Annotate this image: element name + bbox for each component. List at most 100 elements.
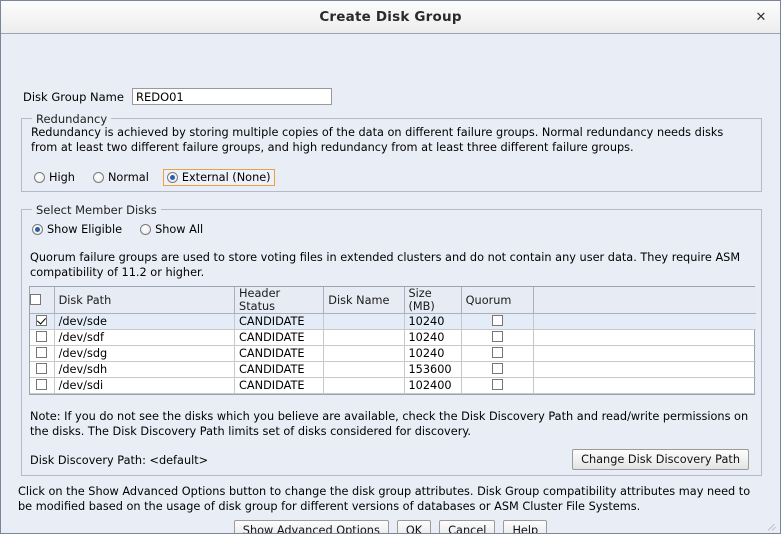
radio-redundancy-external[interactable]: External (None): [162, 169, 275, 186]
cell-disk-path: /dev/sdg: [54, 345, 236, 362]
row-select-checkbox[interactable]: [36, 363, 48, 374]
column-header-filler: [533, 287, 756, 314]
member-disks-table-container[interactable]: Disk Path Header Status Disk Name Size (…: [29, 286, 756, 395]
cell-disk-path: /dev/sde: [54, 313, 236, 330]
radio-label-external: External (None): [181, 171, 271, 184]
radio-label-show-eligible: Show Eligible: [47, 223, 123, 236]
row-select-cell[interactable]: [30, 361, 55, 378]
dialog-content: Disk Group Name Redundancy Redundancy is…: [1, 34, 780, 533]
radio-show-eligible[interactable]: Show Eligible: [28, 221, 126, 238]
column-header-header-status[interactable]: Header Status: [234, 287, 325, 314]
cell-disk-path: /dev/sdh: [54, 361, 236, 378]
row-select-cell[interactable]: [30, 329, 55, 346]
radio-label-show-all: Show All: [155, 223, 204, 236]
cell-disk-name: [323, 361, 405, 378]
redundancy-description: Redundancy is achieved by storing multip…: [31, 126, 724, 154]
cell-size-mb: 10240: [404, 313, 462, 330]
radio-redundancy-high[interactable]: High: [30, 169, 79, 186]
cell-header-status: CANDIDATE: [234, 377, 325, 394]
radio-indicator-normal: [92, 172, 104, 183]
cell-disk-name: [323, 377, 405, 394]
radio-indicator-show-all: [140, 224, 152, 235]
cell-size-mb: 10240: [404, 345, 462, 362]
dialog-title: Create Disk Group: [319, 9, 462, 25]
radio-redundancy-normal[interactable]: Normal: [89, 169, 153, 186]
ok-button[interactable]: OK: [396, 520, 432, 533]
cell-filler: [533, 313, 756, 330]
radio-show-all[interactable]: Show All: [136, 221, 207, 238]
cell-header-status: CANDIDATE: [234, 313, 325, 330]
cell-filler: [533, 345, 756, 362]
radio-indicator-show-eligible: [32, 224, 43, 235]
row-select-checkbox[interactable]: [36, 379, 48, 390]
row-select-cell[interactable]: [30, 345, 55, 362]
table-row[interactable]: /dev/sdf CANDIDATE 10240: [30, 329, 756, 346]
table-row[interactable]: /dev/sde CANDIDATE 10240: [30, 313, 756, 330]
cell-filler: [533, 377, 756, 394]
cell-size-mb: 10240: [404, 329, 462, 346]
cell-quorum[interactable]: [461, 329, 534, 346]
select-all-checkbox[interactable]: [30, 293, 41, 305]
cell-disk-name: [323, 345, 405, 362]
radio-indicator-external: [166, 172, 178, 183]
cell-size-mb: 153600: [404, 361, 462, 378]
radio-label-normal: Normal: [107, 171, 149, 184]
row-select-checkbox[interactable]: [36, 331, 48, 342]
column-header-disk-path[interactable]: Disk Path: [54, 287, 236, 314]
discovery-note: Note: If you do not see the disks which …: [30, 410, 749, 438]
cell-disk-name: [323, 313, 405, 330]
quorum-checkbox[interactable]: [491, 379, 503, 390]
redundancy-radio-group: High Normal External (None): [30, 169, 285, 186]
cell-quorum[interactable]: [461, 313, 534, 330]
radio-indicator-high: [34, 172, 45, 183]
redundancy-legend: Redundancy: [32, 112, 112, 126]
disk-filter-radio-group: Show Eligible Show All: [28, 221, 217, 238]
column-header-size-mb[interactable]: Size (MB): [404, 287, 462, 314]
cell-header-status: CANDIDATE: [234, 345, 325, 362]
help-button[interactable]: Help: [503, 520, 548, 533]
member-disks-legend: Select Member Disks: [32, 203, 161, 217]
column-header-quorum[interactable]: Quorum: [461, 287, 534, 314]
quorum-checkbox[interactable]: [491, 363, 503, 374]
close-icon[interactable]: ✕: [752, 9, 770, 27]
cell-header-status: CANDIDATE: [234, 329, 325, 346]
cell-disk-path: /dev/sdf: [54, 329, 236, 346]
disk-group-name-input[interactable]: [131, 88, 332, 105]
cell-disk-path: /dev/sdi: [54, 377, 236, 394]
row-select-cell[interactable]: [30, 313, 55, 330]
quorum-note: Quorum failure groups are used to store …: [30, 251, 741, 279]
disk-group-name-label: Disk Group Name: [23, 89, 124, 104]
cell-filler: [533, 329, 756, 346]
row-select-checkbox[interactable]: [36, 315, 48, 326]
dialog-button-bar: Show Advanced Options OK Cancel Help: [1, 520, 780, 533]
cancel-button[interactable]: Cancel: [439, 520, 496, 533]
cell-size-mb: 102400: [404, 377, 462, 394]
cell-quorum[interactable]: [461, 377, 534, 394]
change-disk-discovery-path-button[interactable]: Change Disk Discovery Path: [572, 449, 749, 470]
cell-quorum[interactable]: [461, 345, 534, 362]
dialog-titlebar: Create Disk Group ✕: [1, 1, 780, 34]
quorum-checkbox[interactable]: [491, 315, 503, 326]
table-row[interactable]: /dev/sdi CANDIDATE 102400: [30, 377, 756, 394]
row-select-checkbox[interactable]: [36, 347, 48, 358]
cell-disk-name: [323, 329, 405, 346]
create-disk-group-dialog: Create Disk Group ✕ Disk Group Name Redu…: [0, 0, 781, 534]
column-header-select-all[interactable]: [30, 287, 55, 314]
table-header-row: Disk Path Header Status Disk Name Size (…: [30, 287, 756, 314]
column-header-disk-name[interactable]: Disk Name: [323, 287, 405, 314]
quorum-checkbox[interactable]: [491, 347, 503, 358]
quorum-checkbox[interactable]: [491, 331, 503, 342]
member-disks-table: Disk Path Header Status Disk Name Size (…: [30, 287, 756, 394]
table-row[interactable]: /dev/sdg CANDIDATE 10240: [30, 345, 756, 362]
radio-label-high: High: [49, 171, 75, 184]
resize-grip[interactable]: [766, 520, 778, 532]
cell-filler: [533, 361, 756, 378]
cell-quorum[interactable]: [461, 361, 534, 378]
disk-discovery-path-label: Disk Discovery Path: <default>: [30, 454, 209, 467]
row-select-cell[interactable]: [30, 377, 55, 394]
show-advanced-options-button[interactable]: Show Advanced Options: [233, 520, 389, 533]
footer-hint: Click on the Show Advanced Options butto…: [18, 485, 751, 513]
table-row[interactable]: /dev/sdh CANDIDATE 153600: [30, 361, 756, 378]
cell-header-status: CANDIDATE: [234, 361, 325, 378]
disk-group-name-row: Disk Group Name: [23, 87, 332, 106]
